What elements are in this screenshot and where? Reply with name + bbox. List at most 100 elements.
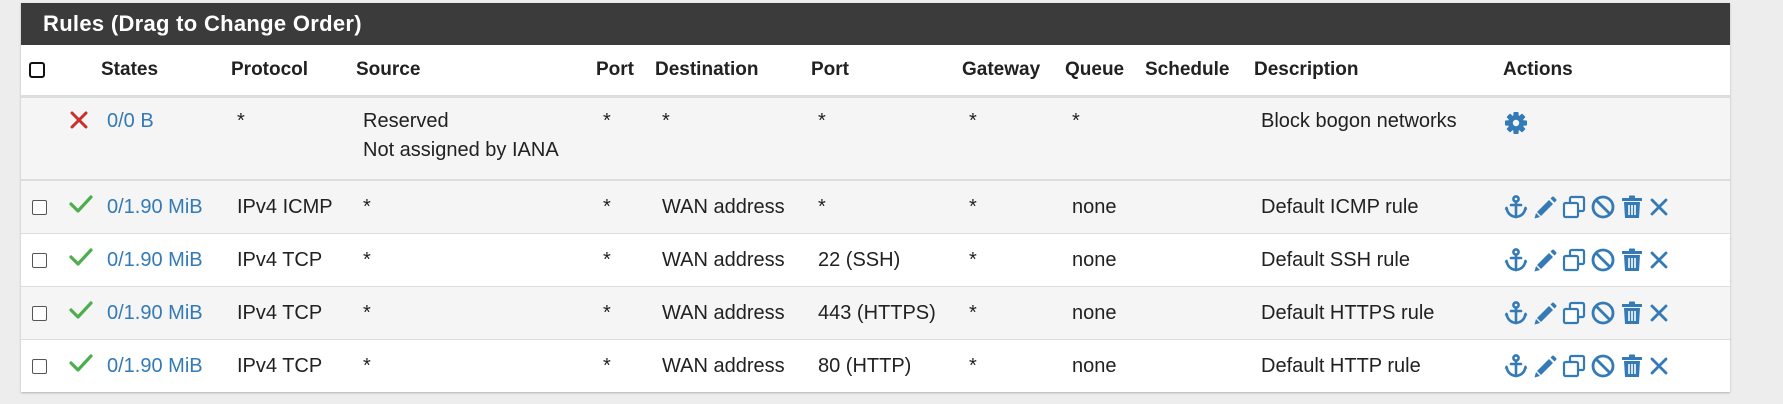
- check-icon[interactable]: [69, 247, 93, 273]
- rule-actions: [1497, 179, 1730, 234]
- table-row[interactable]: 0/1.90 MiB IPv4 ICMP * * WAN address * * none De…: [21, 179, 1730, 234]
- rule-actions: [1497, 286, 1730, 340]
- rule-checkbox-cell: [21, 179, 61, 234]
- ban-icon[interactable]: [1590, 194, 1618, 220]
- header-gateway[interactable]: Gateway: [962, 45, 1065, 98]
- reserved-rule-row[interactable]: 0/0 B * Reserved Not assigned by IANA * …: [21, 96, 1730, 181]
- rule-destination: WAN address: [655, 286, 811, 340]
- times-icon[interactable]: [1648, 300, 1676, 326]
- trash-icon[interactable]: [1619, 247, 1647, 273]
- rule-destination: WAN address: [655, 233, 811, 287]
- rule-destination: WAN address: [655, 339, 811, 392]
- ban-icon[interactable]: [1590, 247, 1618, 273]
- copy-icon[interactable]: [1561, 247, 1589, 273]
- rule-source: *: [356, 339, 596, 392]
- anchor-icon[interactable]: [1503, 300, 1531, 326]
- header-queue[interactable]: Queue: [1065, 45, 1145, 98]
- rule-checkbox[interactable]: [32, 252, 47, 268]
- rule-states-link[interactable]: 0/1.90 MiB: [100, 339, 230, 392]
- ban-icon[interactable]: [1590, 300, 1618, 326]
- trash-icon[interactable]: [1619, 300, 1647, 326]
- rule-source-port: *: [596, 339, 655, 392]
- rule-checkbox-cell: [21, 233, 61, 287]
- rule-source: *: [356, 233, 596, 287]
- header-schedule[interactable]: Schedule: [1145, 45, 1254, 98]
- reserved-gateway: *: [962, 96, 1065, 181]
- rules-table: States Protocol Source Port Destination …: [21, 45, 1730, 392]
- copy-icon[interactable]: [1561, 194, 1589, 220]
- rule-checkbox[interactable]: [32, 358, 47, 374]
- header-destination-port[interactable]: Port: [811, 45, 962, 98]
- reserved-source: Reserved Not assigned by IANA: [356, 96, 596, 181]
- copy-icon[interactable]: [1561, 353, 1589, 379]
- reserved-destination-port: *: [811, 96, 962, 181]
- rule-gateway: *: [962, 286, 1065, 340]
- check-icon[interactable]: [69, 300, 93, 326]
- pencil-icon[interactable]: [1532, 194, 1560, 220]
- reserved-schedule: [1145, 96, 1254, 181]
- rule-queue: none: [1065, 179, 1145, 234]
- rule-queue: none: [1065, 339, 1145, 392]
- rule-schedule: [1145, 286, 1254, 340]
- reserved-states-link[interactable]: 0/0 B: [100, 96, 230, 181]
- table-row[interactable]: 0/1.90 MiB IPv4 TCP * * WAN address 80 (HTTP)…: [21, 339, 1730, 392]
- rule-queue: none: [1065, 286, 1145, 340]
- panel-title: Rules (Drag to Change Order): [21, 3, 1730, 45]
- block-icon: [69, 110, 89, 136]
- rule-status-cell: [61, 233, 100, 287]
- reserved-checkbox-cell: [21, 96, 61, 181]
- reserved-destination: *: [655, 96, 811, 181]
- table-row[interactable]: 0/1.90 MiB IPv4 TCP * * WAN address 443 (HTTP…: [21, 286, 1730, 340]
- status-header: [61, 45, 100, 98]
- select-all-cell: [21, 45, 61, 98]
- ban-icon[interactable]: [1590, 353, 1618, 379]
- pencil-icon[interactable]: [1532, 353, 1560, 379]
- rule-status-cell: [61, 339, 100, 392]
- reserved-source-port: *: [596, 96, 655, 181]
- header-description[interactable]: Description: [1254, 45, 1497, 98]
- reserved-description: Block bogon networks: [1254, 96, 1497, 181]
- rule-gateway: *: [962, 339, 1065, 392]
- select-all-checkbox[interactable]: [29, 61, 45, 78]
- rule-states-link[interactable]: 0/1.90 MiB: [100, 233, 230, 287]
- trash-icon[interactable]: [1619, 353, 1647, 379]
- header-states[interactable]: States: [100, 45, 230, 98]
- rule-protocol: IPv4 TCP: [230, 286, 356, 340]
- rule-states-link[interactable]: 0/1.90 MiB: [100, 179, 230, 234]
- rule-destination: WAN address: [655, 179, 811, 234]
- header-protocol[interactable]: Protocol: [230, 45, 356, 98]
- anchor-icon[interactable]: [1503, 194, 1531, 220]
- header-destination[interactable]: Destination: [655, 45, 811, 98]
- rule-source-port: *: [596, 286, 655, 340]
- trash-icon[interactable]: [1619, 194, 1647, 220]
- rule-actions: [1497, 233, 1730, 287]
- rule-source: *: [356, 286, 596, 340]
- check-icon[interactable]: [69, 194, 93, 220]
- copy-icon[interactable]: [1561, 300, 1589, 326]
- anchor-icon[interactable]: [1503, 353, 1531, 379]
- rule-checkbox[interactable]: [32, 305, 47, 321]
- table-header-row: States Protocol Source Port Destination …: [21, 45, 1730, 98]
- rule-protocol: IPv4 TCP: [230, 233, 356, 287]
- table-row[interactable]: 0/1.90 MiB IPv4 TCP * * WAN address 22 (SSH) *…: [21, 233, 1730, 287]
- rule-actions: [1497, 339, 1730, 392]
- rule-description: Default HTTPS rule: [1254, 286, 1497, 340]
- pencil-icon[interactable]: [1532, 247, 1560, 273]
- anchor-icon[interactable]: [1503, 247, 1531, 273]
- header-source-port[interactable]: Port: [596, 45, 655, 98]
- rule-status-cell: [61, 179, 100, 234]
- check-icon[interactable]: [69, 353, 93, 379]
- rule-source-port: *: [596, 233, 655, 287]
- rule-checkbox[interactable]: [32, 199, 47, 215]
- gear-icon[interactable]: [1503, 110, 1531, 136]
- times-icon[interactable]: [1648, 353, 1676, 379]
- rule-description: Default SSH rule: [1254, 233, 1497, 287]
- rule-queue: none: [1065, 233, 1145, 287]
- rule-states-link[interactable]: 0/1.90 MiB: [100, 286, 230, 340]
- header-source[interactable]: Source: [356, 45, 596, 98]
- pencil-icon[interactable]: [1532, 300, 1560, 326]
- times-icon[interactable]: [1648, 194, 1676, 220]
- rule-destination-port: 443 (HTTPS): [811, 286, 962, 340]
- times-icon[interactable]: [1648, 247, 1676, 273]
- rule-description: Default ICMP rule: [1254, 179, 1497, 234]
